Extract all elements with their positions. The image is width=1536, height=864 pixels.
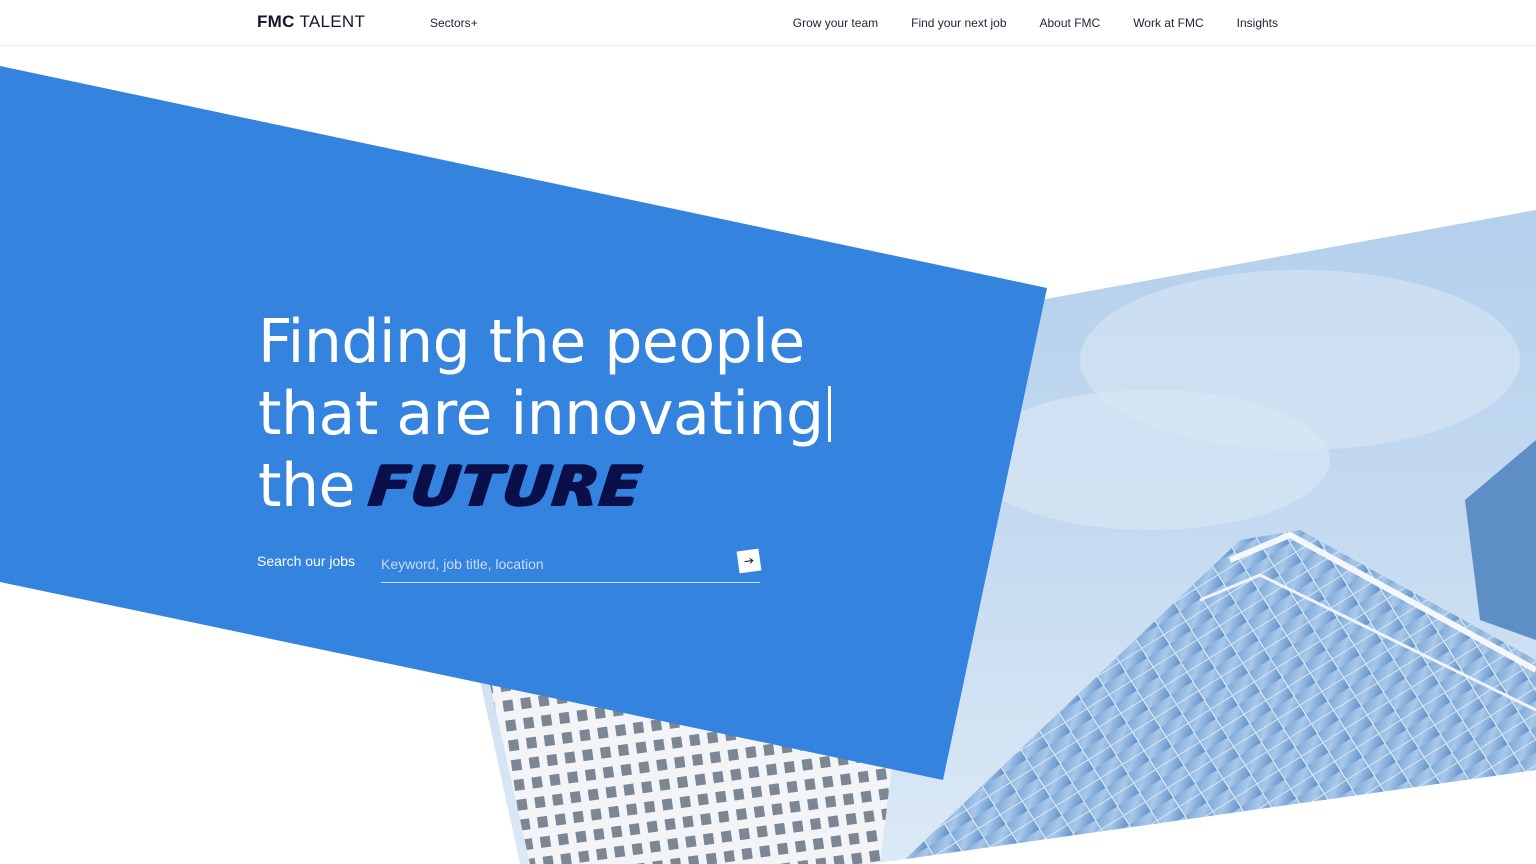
job-search-field [381,546,762,583]
headline-line-2: that are innovating [258,379,824,449]
headline-line-1: Finding the people [258,307,805,377]
headline-line-2-wrap: that are innovating [258,378,831,450]
logo[interactable]: FMC TALENT [257,12,365,32]
nav-item-find-your-next-job[interactable]: Find your next job [911,16,1006,30]
sectors-menu-button[interactable]: Sectors+ [430,16,478,30]
headline-line-3-prefix: the [258,451,355,521]
logo-bold-text: FMC [257,12,295,31]
hero-headline: Finding the people that are innovating t… [258,306,831,522]
nav-item-insights[interactable]: Insights [1237,16,1278,30]
typing-cursor [827,386,831,442]
headline-line-3-wrap: the FUTURE [258,450,831,522]
logo-light-text: TALENT [299,12,366,31]
headline-highlight-word: FUTURE [365,453,645,519]
site-header: FMC TALENT Sectors+ Grow your team Find … [0,0,1536,46]
nav-item-about-fmc[interactable]: About FMC [1040,16,1101,30]
plus-icon: + [470,16,478,30]
nav-item-work-at-fmc[interactable]: Work at FMC [1133,16,1203,30]
main-nav: Grow your team Find your next job About … [793,16,1278,30]
sectors-label: Sectors [430,16,471,30]
search-submit-button[interactable] [736,548,762,574]
job-search-input[interactable] [381,552,721,576]
nav-item-grow-your-team[interactable]: Grow your team [793,16,878,30]
search-jobs-label: Search our jobs [257,553,356,569]
arrow-right-icon [744,557,754,564]
